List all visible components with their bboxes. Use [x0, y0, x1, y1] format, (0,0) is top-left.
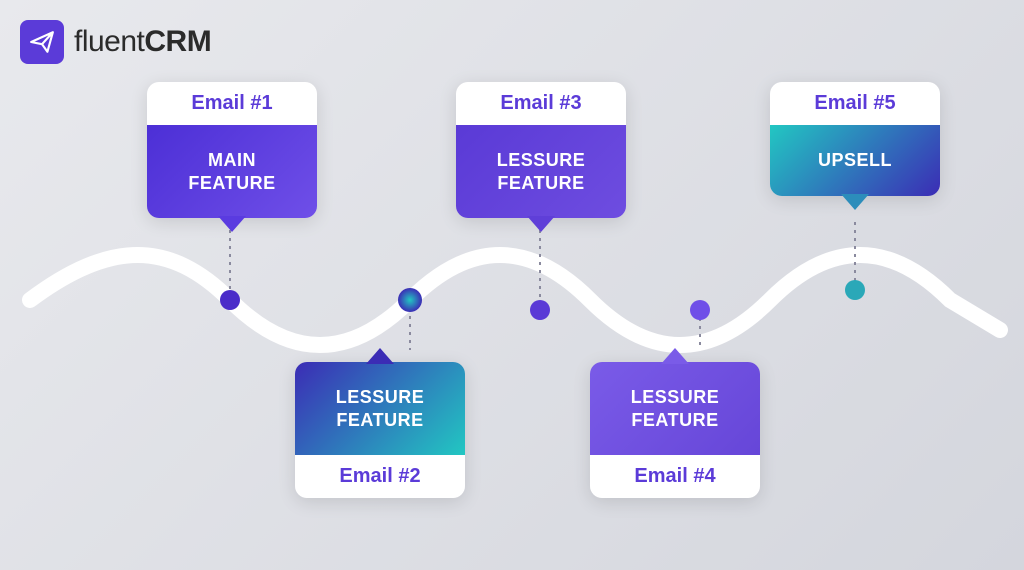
pointer-down-icon [841, 194, 869, 210]
email-card-4: LESSUREFEATURE Email #4 [590, 362, 760, 498]
email-card-title: LESSUREFEATURE [295, 362, 465, 455]
node-3 [530, 300, 550, 320]
email-card-1: Email #1 MAINFEATURE [147, 82, 317, 218]
email-card-title: LESSUREFEATURE [590, 362, 760, 455]
brand-name-suffix: CRM [144, 25, 211, 58]
email-card-label: Email #1 [147, 82, 317, 125]
node-4 [690, 300, 710, 320]
email-card-label: Email #3 [456, 82, 626, 125]
brand-name-prefix: fluent [74, 25, 144, 58]
email-card-5: Email #5 UPSELL [770, 82, 940, 196]
pointer-up-icon [366, 348, 394, 364]
brand-logo: fluentCRM [20, 20, 211, 64]
email-card-label: Email #2 [295, 455, 465, 498]
brand-name: fluentCRM [74, 25, 211, 59]
wave-path [30, 255, 1000, 345]
pointer-down-icon [527, 216, 555, 232]
email-card-3: Email #3 LESSUREFEATURE [456, 82, 626, 218]
pointer-down-icon [218, 216, 246, 232]
pointer-up-icon [661, 348, 689, 364]
email-card-title: MAINFEATURE [147, 125, 317, 218]
email-card-label: Email #5 [770, 82, 940, 125]
email-card-title: UPSELL [770, 125, 940, 196]
node-2 [398, 288, 422, 312]
email-card-label: Email #4 [590, 455, 760, 498]
email-card-title: LESSUREFEATURE [456, 125, 626, 218]
email-card-2: LESSUREFEATURE Email #2 [295, 362, 465, 498]
node-5 [845, 280, 865, 300]
node-1 [220, 290, 240, 310]
paper-plane-icon [20, 20, 64, 64]
